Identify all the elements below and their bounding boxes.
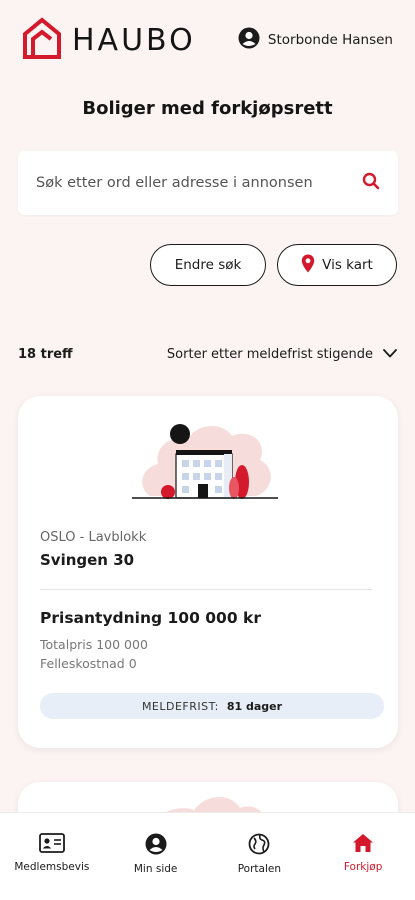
deadline-value: 81 dager xyxy=(226,699,283,713)
id-card-icon xyxy=(38,833,65,856)
edit-search-label: Endre søk xyxy=(174,257,242,273)
nav-label: Min side xyxy=(133,863,178,875)
result-count: 18 treff xyxy=(18,347,73,362)
home-icon xyxy=(352,833,374,856)
person-icon xyxy=(145,833,167,858)
nav-item-medlemsbevis[interactable]: Medlemsbevis xyxy=(0,813,104,900)
edit-search-button[interactable]: Endre søk xyxy=(150,244,266,286)
bottom-navigation: Medlemsbevis Min side Portalen Forkjøp xyxy=(0,812,415,900)
show-map-button[interactable]: Vis kart xyxy=(277,244,397,286)
listing-card[interactable]: OSLO - Lavblokk Svingen 30 Prisantydning… xyxy=(18,396,398,748)
listing-address: Svingen 30 xyxy=(40,551,135,569)
show-map-label: Vis kart xyxy=(322,257,373,273)
nav-label: Medlemsbevis xyxy=(14,861,90,873)
listing-location: OSLO - Lavblokk xyxy=(40,530,147,545)
search-input[interactable]: Søk etter ord eller adresse i annonsen xyxy=(18,151,398,215)
user-menu[interactable]: Storbonde Hansen xyxy=(238,27,393,53)
listing-price: Prisantydning 100 000 kr xyxy=(40,609,261,627)
search-placeholder: Søk etter ord eller adresse i annonsen xyxy=(36,175,313,191)
nav-label: Portalen xyxy=(237,863,282,875)
chevron-down-icon xyxy=(383,347,397,362)
nav-item-forkjop[interactable]: Forkjøp xyxy=(311,813,415,900)
deadline-badge: MELDEFRIST: 81 dager xyxy=(40,693,384,719)
user-icon xyxy=(238,27,260,53)
page-title: Boliger med forkjøpsrett xyxy=(82,98,333,119)
app-header: HAUBO Storbonde Hansen xyxy=(0,0,415,80)
logo[interactable]: HAUBO xyxy=(22,17,196,63)
search-icon[interactable] xyxy=(362,172,380,194)
globe-icon xyxy=(248,833,270,858)
listing-total-price: Totalpris 100 000 xyxy=(40,637,148,652)
user-name: Storbonde Hansen xyxy=(267,32,393,48)
nav-item-min-side[interactable]: Min side xyxy=(104,813,208,900)
sort-dropdown[interactable]: Sorter etter meldefrist stigende xyxy=(167,347,397,362)
logo-text: HAUBO xyxy=(72,22,196,58)
action-buttons: Endre søk Vis kart xyxy=(150,244,397,286)
deadline-label: MELDEFRIST: xyxy=(141,699,219,713)
divider xyxy=(40,589,372,590)
nav-item-portalen[interactable]: Portalen xyxy=(208,813,312,900)
nav-label: Forkjøp xyxy=(343,861,383,873)
building-illustration xyxy=(128,416,288,512)
map-pin-icon xyxy=(301,254,315,277)
listing-shared-cost: Felleskostnad 0 xyxy=(40,656,137,671)
results-bar: 18 treff Sorter etter meldefrist stigend… xyxy=(18,347,397,362)
sort-label: Sorter etter meldefrist stigende xyxy=(166,347,373,362)
haubo-logo-icon xyxy=(22,17,62,63)
